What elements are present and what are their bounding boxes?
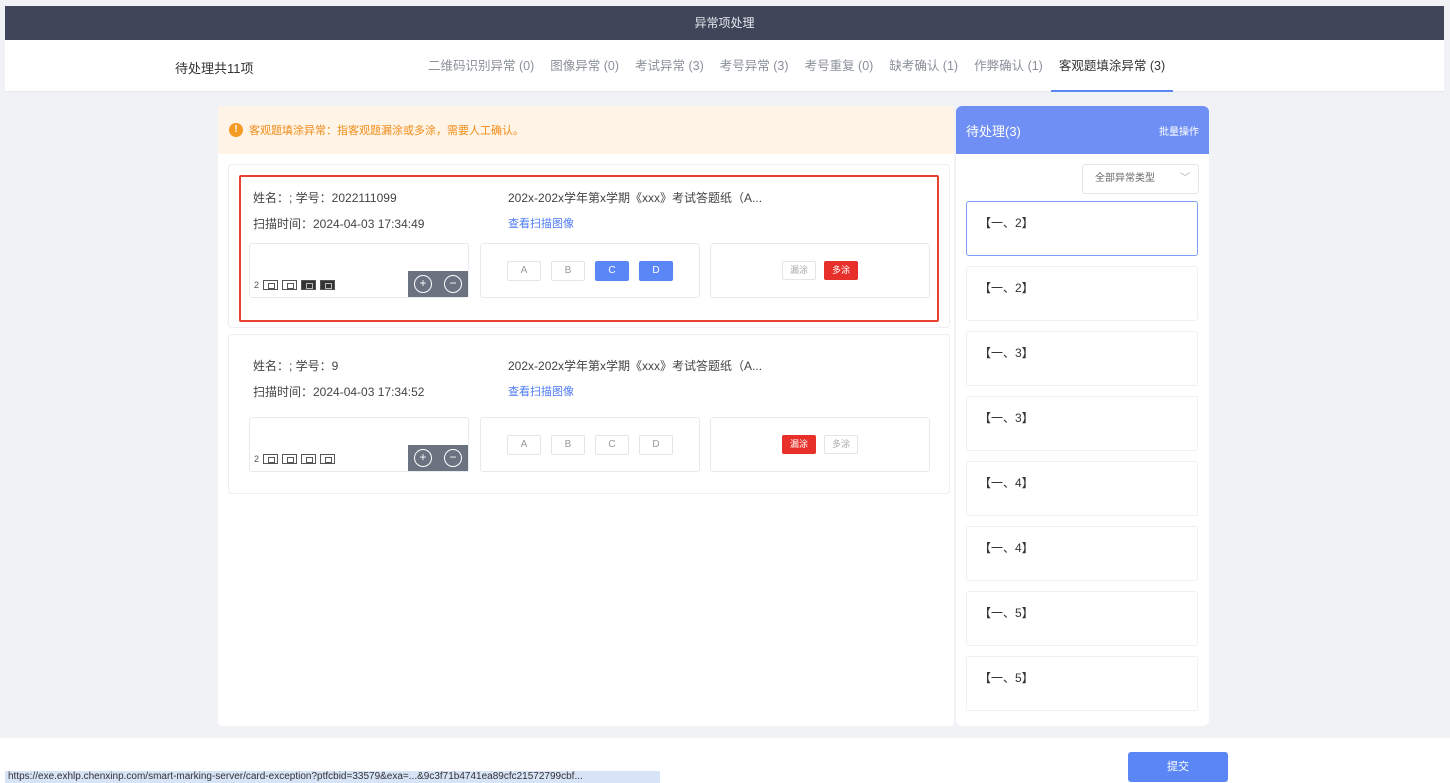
- tab-cheating-confirm[interactable]: 作弊确认 (1): [966, 40, 1051, 92]
- thumbnail-strip: 2: [254, 280, 336, 290]
- option-selector: A B C D: [480, 417, 700, 472]
- scan-thumbnail: 2 + −: [249, 243, 469, 298]
- option-c[interactable]: C: [595, 260, 629, 281]
- option-box-icon: [301, 454, 317, 464]
- student-info: 姓名：; 学号：9: [253, 359, 339, 373]
- filled-box-icon: [320, 280, 336, 290]
- option-a[interactable]: A: [507, 434, 541, 455]
- tab-objective-fill-exception[interactable]: 客观题填涂异常 (3): [1050, 40, 1174, 92]
- pending-sidebar: 待处理(3) 批量操作 全部异常类型 ﹀ 【一、2】 【一、2】 【一、3】 【…: [956, 106, 1209, 726]
- thumbnail-number: 2: [254, 454, 260, 464]
- exception-card[interactable]: 姓名：; 学号：9 扫描时间：2024-04-03 17:34:52 202x-…: [228, 334, 950, 494]
- info-icon: !: [229, 123, 243, 137]
- tab-exam-number-duplicate[interactable]: 考号重复 (0): [797, 40, 882, 92]
- tab-absence-confirm[interactable]: 缺考确认 (1): [881, 40, 966, 92]
- status-url: https://exe.exhlp.chenxinp.com/smart-mar…: [5, 771, 660, 783]
- pending-item[interactable]: 【一、5】: [966, 656, 1198, 711]
- exam-title: 202x-202x学年第x学期《xxx》考试答题纸（A...: [508, 191, 763, 205]
- option-box-icon: [320, 454, 336, 464]
- pending-total-label: 待处理共11项: [175, 61, 254, 76]
- selected-card-frame: 姓名：; 学号：2022111099 扫描时间：2024-04-03 17:34…: [239, 175, 939, 322]
- option-d[interactable]: D: [639, 434, 673, 455]
- tab-qrcode-exception[interactable]: 二维码识别异常 (0): [420, 40, 542, 92]
- pending-item[interactable]: 【一、4】: [966, 526, 1198, 581]
- pending-item[interactable]: 【一、2】: [966, 266, 1198, 321]
- filled-box-icon: [301, 280, 317, 290]
- pending-item[interactable]: 【一、3】: [966, 331, 1198, 386]
- chevron-down-icon: ﹀: [1180, 173, 1190, 184]
- zoom-controls: + −: [408, 445, 468, 471]
- exception-list-panel: ! 客观题填涂异常：指客观题漏涂或多涂，需要人工确认。 姓名：; 学号：2022…: [218, 106, 954, 726]
- exception-type-value: 全部异常类型: [1095, 173, 1155, 184]
- option-box-icon: [263, 454, 279, 464]
- footer-bar: 提交 https://exe.exhlp.chenxinp.com/smart-…: [0, 738, 1450, 783]
- pending-item[interactable]: 【一、4】: [966, 461, 1198, 516]
- exception-tabs: 二维码识别异常 (0) 图像异常 (0) 考试异常 (3) 考号异常 (3) 考…: [420, 40, 1174, 92]
- zoom-in-icon[interactable]: +: [414, 275, 432, 293]
- pending-item[interactable]: 【一、3】: [966, 396, 1198, 451]
- zoom-in-icon[interactable]: +: [414, 449, 432, 467]
- pending-item[interactable]: 【一、2】: [966, 201, 1198, 256]
- zoom-out-icon[interactable]: −: [444, 449, 462, 467]
- window-title: 异常项处理: [5, 6, 1444, 40]
- extra-fill-button[interactable]: 多涂: [824, 261, 858, 280]
- sidebar-title: 待处理(3): [966, 123, 1021, 139]
- sidebar-header: 待处理(3) 批量操作: [956, 106, 1209, 154]
- card-body: 姓名：; 学号：9 扫描时间：2024-04-03 17:34:52 202x-…: [239, 343, 939, 491]
- exception-card[interactable]: 姓名：; 学号：2022111099 扫描时间：2024-04-03 17:34…: [228, 164, 950, 328]
- thumbnail-number: 2: [254, 280, 260, 290]
- missing-fill-button[interactable]: 漏涂: [782, 261, 816, 280]
- scan-thumbnail: 2 + −: [249, 417, 469, 472]
- tab-bar: 待处理共11项 二维码识别异常 (0) 图像异常 (0) 考试异常 (3) 考号…: [5, 40, 1444, 92]
- thumbnail-strip: 2: [254, 454, 336, 464]
- scan-time: 扫描时间：2024-04-03 17:34:49: [253, 217, 425, 231]
- pending-item[interactable]: 【一、5】: [966, 591, 1198, 646]
- mark-selector: 漏涂 多涂: [710, 243, 930, 298]
- batch-operation-link[interactable]: 批量操作: [1159, 123, 1199, 138]
- submit-button[interactable]: 提交: [1128, 752, 1228, 782]
- tab-exam-exception[interactable]: 考试异常 (3): [627, 40, 712, 92]
- exception-type-select[interactable]: 全部异常类型 ﹀: [1082, 164, 1199, 194]
- view-scan-link[interactable]: 查看扫描图像: [508, 215, 574, 231]
- missing-fill-button[interactable]: 漏涂: [782, 435, 816, 454]
- tab-exam-number-exception[interactable]: 考号异常 (3): [712, 40, 797, 92]
- option-selector: A B C D: [480, 243, 700, 298]
- mark-selector: 漏涂 多涂: [710, 417, 930, 472]
- exam-title: 202x-202x学年第x学期《xxx》考试答题纸（A...: [508, 359, 763, 373]
- view-scan-link[interactable]: 查看扫描图像: [508, 383, 574, 399]
- scan-time: 扫描时间：2024-04-03 17:34:52: [253, 385, 425, 399]
- option-c[interactable]: C: [595, 434, 629, 455]
- zoom-out-icon[interactable]: −: [444, 275, 462, 293]
- option-box-icon: [282, 454, 298, 464]
- option-box-icon: [282, 280, 298, 290]
- option-box-icon: [263, 280, 279, 290]
- notice-text: 客观题填涂异常：指客观题漏涂或多涂，需要人工确认。: [249, 125, 524, 137]
- student-info: 姓名：; 学号：2022111099: [253, 191, 397, 205]
- option-b[interactable]: B: [551, 260, 585, 281]
- zoom-controls: + −: [408, 271, 468, 297]
- notice-banner: ! 客观题填涂异常：指客观题漏涂或多涂，需要人工确认。: [218, 106, 954, 154]
- option-d[interactable]: D: [639, 260, 673, 281]
- option-a[interactable]: A: [507, 260, 541, 281]
- option-b[interactable]: B: [551, 434, 585, 455]
- extra-fill-button[interactable]: 多涂: [824, 435, 858, 454]
- tab-image-exception[interactable]: 图像异常 (0): [542, 40, 627, 92]
